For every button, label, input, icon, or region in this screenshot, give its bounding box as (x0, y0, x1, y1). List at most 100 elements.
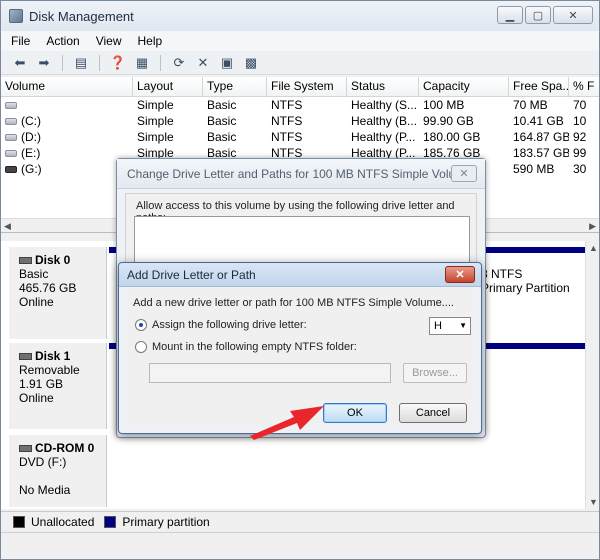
menu-action[interactable]: Action (46, 34, 79, 48)
table-cell-free: 164.87 GB (509, 129, 569, 145)
disk-state: No Media (19, 483, 71, 497)
column-volume[interactable]: Volume (1, 77, 133, 96)
cell-text: 70 (573, 98, 587, 112)
cd-rom-icon (19, 445, 32, 453)
menu-view[interactable]: View (96, 34, 122, 48)
column-file-system[interactable]: File System (267, 77, 347, 96)
disk-management-icon (9, 9, 23, 23)
rescan-icon[interactable]: ▩ (242, 54, 260, 72)
drive-icon (5, 102, 17, 110)
help-icon[interactable]: ❓ (109, 54, 127, 72)
table-cell-free: 590 MB (509, 161, 569, 177)
disk-kind: Basic (19, 267, 49, 281)
cd-rom-0-row[interactable]: CD-ROM 0 DVD (F:) No Media (9, 435, 593, 507)
mount-folder-radio[interactable] (135, 341, 147, 353)
refresh-icon[interactable]: ⟳ (170, 54, 188, 72)
annotation-arrow-shape (250, 406, 324, 440)
cell-text: 183.57 GB (513, 146, 569, 160)
change-drive-letter-dialog-title: Change Drive Letter and Paths for 100 MB… (117, 159, 485, 189)
column-type[interactable]: Type (203, 77, 267, 96)
table-cell-pct: 70 (569, 97, 599, 113)
volume-list-header: Volume Layout Type File System Status Ca… (1, 77, 599, 97)
drive-icon (5, 150, 17, 158)
drive-letter-select[interactable]: H ▼ (429, 317, 471, 335)
table-cell-free: 183.57 GB (509, 145, 569, 161)
ok-button[interactable]: OK (323, 403, 387, 423)
delete-icon[interactable]: ✕ (194, 54, 212, 72)
menu-file[interactable]: File (11, 34, 30, 48)
properties-icon[interactable]: ▣ (218, 54, 236, 72)
cell-text: NTFS (271, 114, 303, 128)
assign-letter-option[interactable]: Assign the following drive letter: (135, 319, 307, 331)
table-cell-status: Healthy (S... (347, 97, 419, 113)
minimize-button[interactable]: ▁ (497, 6, 523, 24)
scroll-left-icon[interactable]: ◀ (4, 219, 11, 232)
table-cell-pct: 99 (569, 145, 599, 161)
toolbar-separator (99, 54, 100, 71)
cell-text: 70 MB (513, 98, 548, 112)
vertical-scrollbar[interactable]: ▲ ▼ (585, 241, 599, 509)
cell-text: (E:) (21, 146, 41, 160)
scroll-down-icon[interactable]: ▼ (589, 497, 598, 507)
forward-arrow-icon[interactable]: ➡ (35, 54, 53, 72)
table-row[interactable]: Simple Basic NTFS Healthy (S... 100 MB 70 MB 7… (1, 97, 599, 113)
window-title: Disk Management (29, 8, 134, 24)
cell-text: Basic (207, 130, 237, 144)
table-cell-volume: (G:) (1, 161, 133, 177)
cell-text: Basic (207, 114, 237, 128)
back-arrow-icon[interactable]: ⬅ (11, 54, 29, 72)
cell-text: Healthy (B... (351, 114, 418, 128)
cd-rom-0-info[interactable]: CD-ROM 0 DVD (F:) No Media (9, 435, 107, 507)
table-row[interactable]: (D:) Simple Basic NTFS Healthy (P... 180.00 G… (1, 129, 599, 145)
properties-pane-icon[interactable]: ▦ (133, 54, 151, 72)
browse-button[interactable]: Browse... (403, 363, 467, 383)
cell-text: 10.41 GB (513, 114, 564, 128)
table-row[interactable]: (C:) Simple Basic NTFS Healthy (B... 99.90 GB… (1, 113, 599, 129)
cell-text: (D:) (21, 130, 41, 144)
table-cell-volume: (C:) (1, 113, 133, 129)
cell-text: NTFS (271, 130, 303, 144)
column-free-space[interactable]: Free Spa... (509, 77, 569, 96)
disk-kind: DVD (F:) (19, 455, 67, 469)
drive-icon (5, 166, 17, 174)
toolbar: ⬅ ➡ ▤ ❓ ▦ ⟳ ✕ ▣ ▩ (1, 51, 599, 75)
column-status[interactable]: Status (347, 77, 419, 96)
primary-partition-swatch (104, 515, 117, 528)
removable-disk-icon (19, 353, 32, 361)
disk-name: Disk 0 (35, 253, 71, 267)
maximize-button[interactable]: ▢ (525, 6, 551, 24)
column-layout[interactable]: Layout (133, 77, 203, 96)
mount-folder-label: Mount in the following empty NTFS folder… (152, 341, 357, 353)
scroll-right-icon[interactable]: ▶ (589, 219, 596, 232)
drive-icon (5, 118, 17, 126)
disk-name: Disk 1 (35, 349, 71, 363)
disk-1-info[interactable]: Disk 1 Removable 1.91 GB Online (9, 343, 107, 429)
close-icon[interactable]: ✕ (445, 266, 475, 283)
table-cell-type: Basic (203, 113, 267, 129)
scroll-up-icon[interactable]: ▲ (589, 243, 598, 253)
cancel-button[interactable]: Cancel (399, 403, 467, 423)
drive-icon (5, 134, 17, 142)
menu-help[interactable]: Help (138, 34, 163, 48)
add-drive-letter-dialog-title: Add Drive Letter or Path (119, 263, 481, 287)
mount-folder-input[interactable] (149, 363, 391, 383)
legend: Unallocated Primary partition (1, 511, 599, 531)
mount-folder-option[interactable]: Mount in the following empty NTFS folder… (135, 341, 357, 353)
column-percent-free[interactable]: % F (569, 77, 599, 96)
close-icon[interactable]: ✕ (451, 165, 477, 182)
cell-text: Simple (137, 130, 174, 144)
assign-letter-radio[interactable] (135, 319, 147, 331)
table-cell-pct: 10 (569, 113, 599, 129)
cell-text: 10 (573, 114, 587, 128)
table-cell-capacity: 180.00 GB (419, 129, 509, 145)
table-cell-fs: NTFS (267, 113, 347, 129)
console-tree-icon[interactable]: ▤ (72, 54, 90, 72)
window-controls: ▁ ▢ ✕ (497, 6, 593, 24)
cell-text: NTFS (271, 98, 303, 112)
table-cell-pct: 30 (569, 161, 599, 177)
partition-file-system: 8 NTFS (481, 267, 523, 281)
close-button[interactable]: ✕ (553, 6, 593, 24)
hard-disk-icon (19, 257, 32, 265)
disk-0-info[interactable]: Disk 0 Basic 465.76 GB Online (9, 247, 107, 339)
column-capacity[interactable]: Capacity (419, 77, 509, 96)
